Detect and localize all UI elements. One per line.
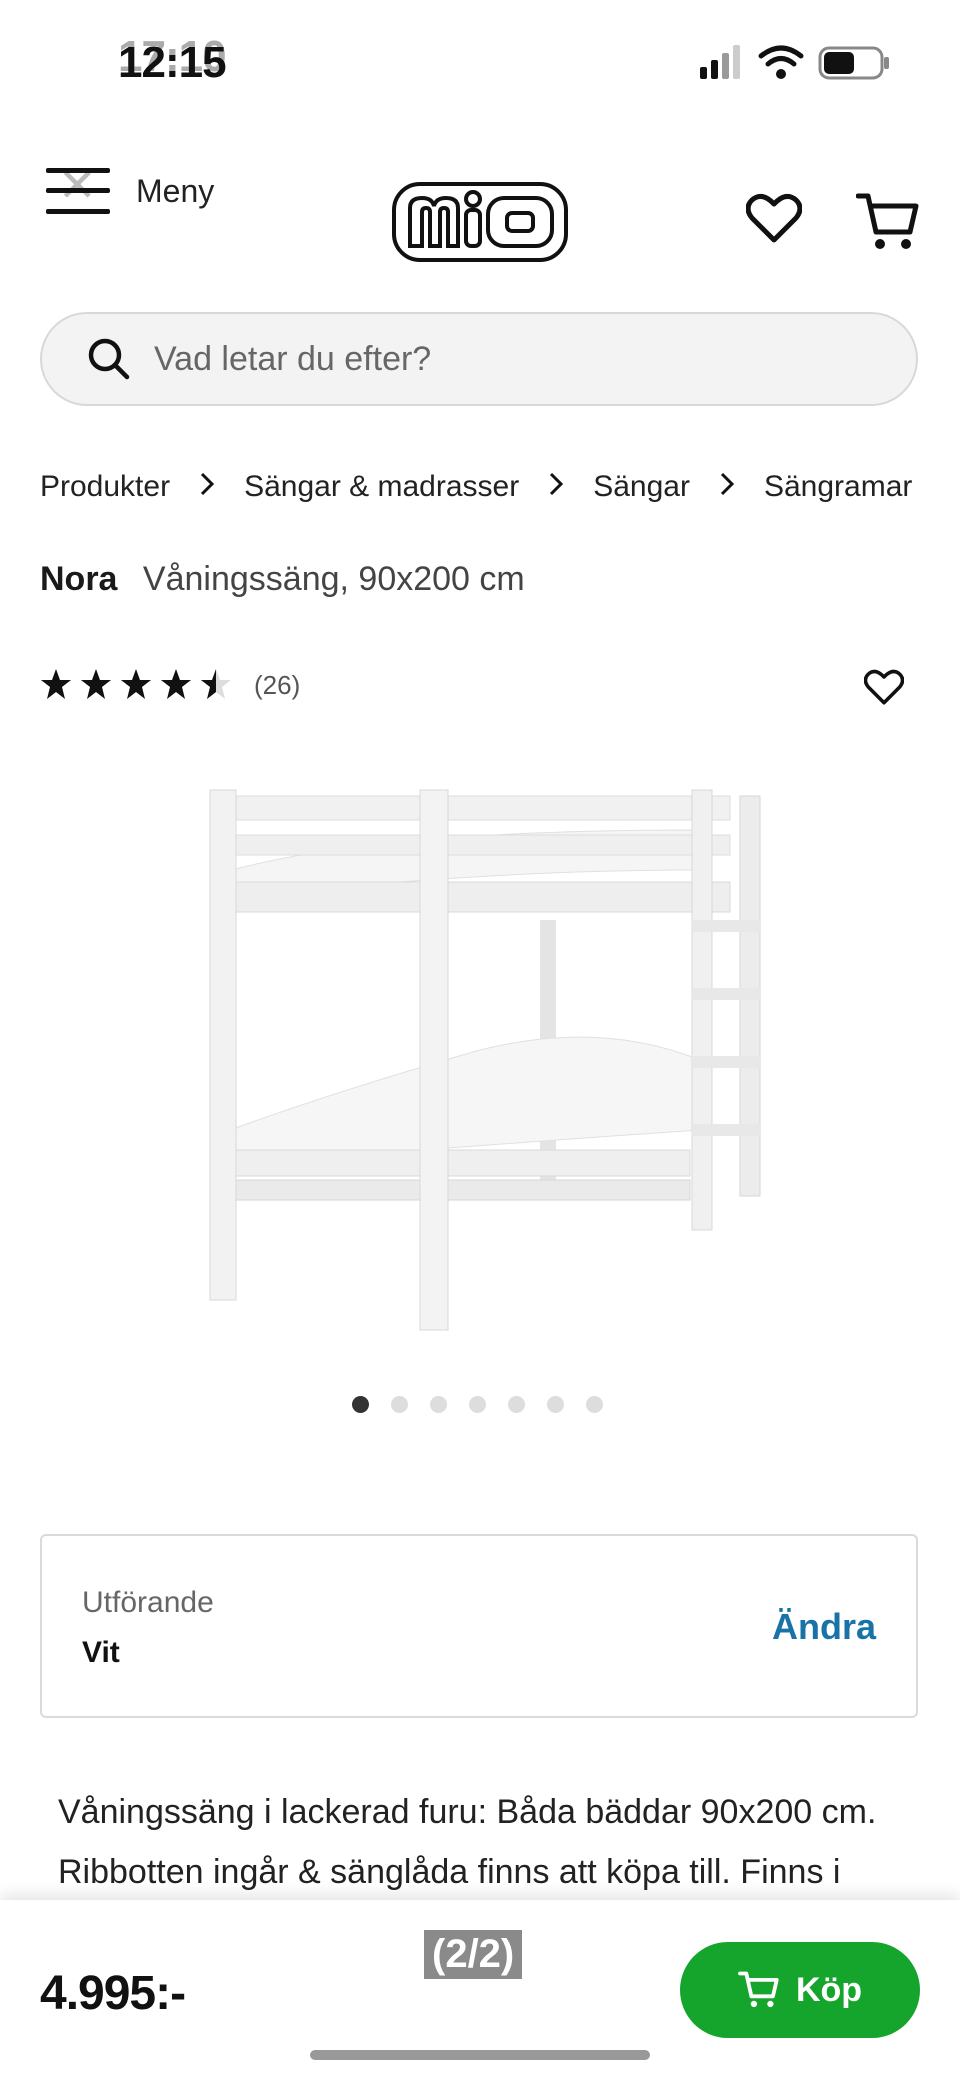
product-price: 4.995:- <box>40 1967 186 2020</box>
breadcrumb-item-produkter[interactable]: Produkter <box>40 470 170 504</box>
star-rating-icon <box>41 669 230 699</box>
status-icons <box>700 42 892 82</box>
variant-value: Vit <box>82 1636 120 1669</box>
product-image[interactable] <box>180 770 780 1355</box>
wifi-icon <box>758 45 804 79</box>
buy-button-label: Köp <box>795 1970 863 2009</box>
variant-selector[interactable]: Utförande Vit Ändra <box>40 1534 918 1718</box>
battery-icon <box>818 46 889 80</box>
hamburger-icon <box>46 168 110 214</box>
product-description: Våningssäng i lackerad furu: Båda bäddar… <box>58 1793 877 1891</box>
search-input[interactable]: Vad letar du efter? <box>40 312 918 406</box>
search-icon <box>88 338 130 380</box>
signal-icon <box>700 45 740 79</box>
breadcrumb: Produkter Sängar & madrasser Sängar Säng… <box>40 470 912 504</box>
cart-icon <box>738 1971 779 2008</box>
carousel-dot[interactable] <box>352 1396 369 1413</box>
carousel-dot[interactable] <box>508 1396 525 1413</box>
carousel-dot[interactable] <box>391 1396 408 1413</box>
purchase-bar: 4.995:- (2/2) Köp <box>0 1900 960 2077</box>
change-variant-link[interactable]: Ändra <box>772 1606 876 1648</box>
wishlist-icon[interactable] <box>745 192 803 249</box>
page-indicator: (2/2) <box>424 1930 523 1979</box>
chevron-right-icon <box>720 470 735 504</box>
cart-icon[interactable] <box>855 192 920 257</box>
product-name: Nora <box>40 560 118 598</box>
product-subtitle: Våningssäng, 90x200 cm <box>142 560 525 598</box>
product-title: Nora Våningssäng, 90x200 cm <box>40 560 525 599</box>
carousel-dot[interactable] <box>430 1396 447 1413</box>
breadcrumb-item-sangar[interactable]: Sängar <box>593 470 690 504</box>
home-indicator[interactable] <box>310 2050 650 2060</box>
chevron-right-icon <box>549 470 564 504</box>
mio-logo[interactable] <box>392 182 568 267</box>
breadcrumb-item-sangramar[interactable]: Sängramar <box>764 470 912 504</box>
chevron-right-icon <box>200 470 215 504</box>
menu-button[interactable]: Meny <box>46 168 214 214</box>
buy-button[interactable]: Köp <box>680 1942 920 2038</box>
review-count: (26) <box>254 669 301 700</box>
favorite-icon[interactable] <box>863 668 905 711</box>
carousel-dot[interactable] <box>547 1396 564 1413</box>
search-placeholder: Vad letar du efter? <box>154 339 432 378</box>
carousel-dot[interactable] <box>469 1396 486 1413</box>
variant-label: Utförande <box>82 1586 214 1619</box>
product-rating[interactable]: (26) <box>40 668 300 702</box>
status-time-overlay: 17:10 <box>118 32 227 81</box>
status-time: 17:10 12:15 <box>118 32 227 88</box>
image-carousel-dots[interactable] <box>352 1396 603 1413</box>
menu-label: Meny <box>136 172 215 209</box>
breadcrumb-item-sangar-madrasser[interactable]: Sängar & madrasser <box>244 470 519 504</box>
carousel-dot[interactable] <box>586 1396 603 1413</box>
